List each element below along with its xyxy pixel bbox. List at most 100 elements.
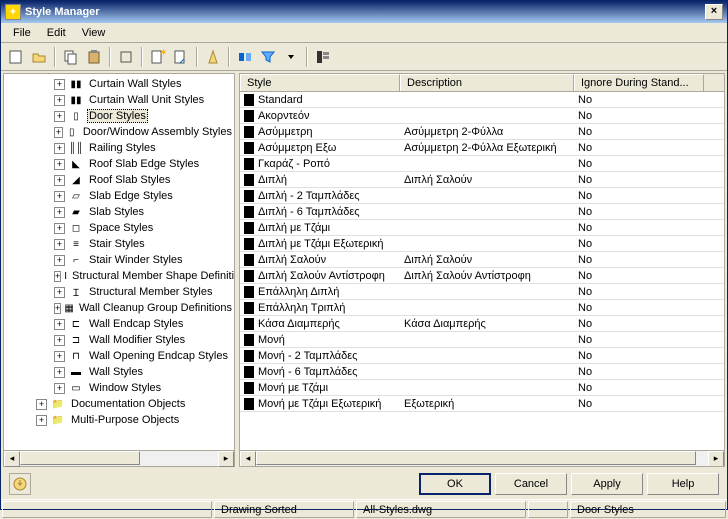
grid-body[interactable]: StandardNoΑκορντεόνNoΑσύμμετρηΑσύμμετρη … [240, 92, 724, 450]
scroll-right-button[interactable]: ▸ [218, 451, 234, 467]
table-row[interactable]: Μονή - 6 ΤαμπλάδεςNo [240, 364, 724, 380]
set-from-button[interactable] [170, 46, 192, 68]
table-row[interactable]: ΔιπλήΔιπλή ΣαλούνNo [240, 172, 724, 188]
tree-item[interactable]: +▦Wall Cleanup Group Definitions [4, 300, 234, 316]
table-row[interactable]: Γκαράζ - ΡοπόNo [240, 156, 724, 172]
expand-icon[interactable]: + [54, 383, 65, 394]
tree-item[interactable]: +IStructural Member Shape Definitions [4, 268, 234, 284]
tree-item[interactable]: +║║Railing Styles [4, 140, 234, 156]
table-row[interactable]: ΑσύμμετρηΑσύμμετρη 2-ΦύλλαNo [240, 124, 724, 140]
table-row[interactable]: Ασύμμετρη ΕξωΑσύμμετρη 2-Φύλλα Εξωτερική… [240, 140, 724, 156]
table-row[interactable]: Μονή με Τζάμι ΕξωτερικήΕξωτερικήNo [240, 396, 724, 412]
tree-item[interactable]: +📁Multi-Purpose Objects [4, 412, 234, 428]
tree-view[interactable]: +▮▮Curtain Wall Styles+▮▮Curtain Wall Un… [4, 74, 234, 450]
toggle-view-button[interactable] [234, 46, 256, 68]
ok-button[interactable]: OK [419, 473, 491, 495]
tree-item[interactable]: +📁Documentation Objects [4, 396, 234, 412]
tree-item[interactable]: +⌐Stair Winder Styles [4, 252, 234, 268]
tree-item[interactable]: +ꞮStructural Member Styles [4, 284, 234, 300]
menu-view[interactable]: View [74, 25, 114, 41]
new-drawing-button[interactable] [5, 46, 27, 68]
table-row[interactable]: Μονή - 2 ΤαμπλάδεςNo [240, 348, 724, 364]
tree-item[interactable]: +▯Door Styles [4, 108, 234, 124]
scroll-left-button[interactable]: ◂ [4, 451, 20, 467]
expand-icon[interactable]: + [54, 351, 65, 362]
tree-item[interactable]: +▯Door/Window Assembly Styles [4, 124, 234, 140]
filter-button[interactable] [257, 46, 279, 68]
tree-item[interactable]: +◻Space Styles [4, 220, 234, 236]
table-row[interactable]: Μονή με ΤζάμιNo [240, 380, 724, 396]
col-ignore[interactable]: Ignore During Stand... [574, 74, 704, 91]
expand-icon[interactable]: + [54, 143, 65, 154]
expand-icon[interactable]: + [36, 415, 47, 426]
rollup-button[interactable] [9, 473, 31, 495]
tree-item[interactable]: +⊓Wall Opening Endcap Styles [4, 348, 234, 364]
scroll-track[interactable] [20, 451, 218, 466]
new-style-button[interactable]: ✶ [147, 46, 169, 68]
expand-icon[interactable]: + [54, 95, 65, 106]
expand-icon[interactable]: + [54, 287, 65, 298]
tree-item[interactable]: +▬Wall Styles [4, 364, 234, 380]
expand-icon[interactable]: + [54, 159, 65, 170]
tree-item[interactable]: +▭Window Styles [4, 380, 234, 396]
tree-item[interactable]: +⊐Wall Modifier Styles [4, 332, 234, 348]
filter-dropdown-button[interactable] [280, 46, 302, 68]
table-row[interactable]: Διπλή - 2 ΤαμπλάδεςNo [240, 188, 724, 204]
expand-icon[interactable]: + [54, 111, 65, 122]
cancel-button[interactable]: Cancel [495, 473, 567, 495]
scroll-left-button[interactable]: ◂ [240, 451, 256, 467]
expand-icon[interactable]: + [54, 335, 65, 346]
expand-icon[interactable]: + [54, 127, 63, 138]
expand-icon[interactable]: + [54, 271, 61, 282]
open-drawing-button[interactable] [28, 46, 50, 68]
expand-icon[interactable]: + [54, 239, 65, 250]
table-row[interactable]: Διπλή με ΤζάμιNo [240, 220, 724, 236]
inline-edit-button[interactable] [312, 46, 334, 68]
scroll-thumb[interactable] [256, 451, 696, 465]
purge-button[interactable] [202, 46, 224, 68]
table-row[interactable]: Κάσα ΔιαμπερήςΚάσα ΔιαμπερήςNo [240, 316, 724, 332]
expand-icon[interactable]: + [54, 223, 65, 234]
table-row[interactable]: Διπλή με Τζάμι ΕξωτερικήNo [240, 236, 724, 252]
table-row[interactable]: Διπλή - 6 ΤαμπλάδεςNo [240, 204, 724, 220]
expand-icon[interactable]: + [54, 79, 65, 90]
table-row[interactable]: ΜονήNo [240, 332, 724, 348]
tree-item[interactable]: +⊏Wall Endcap Styles [4, 316, 234, 332]
table-row[interactable]: Διπλή Σαλούν ΑντίστροφηΔιπλή Σαλούν Αντί… [240, 268, 724, 284]
tree-item[interactable]: +▮▮Curtain Wall Unit Styles [4, 92, 234, 108]
menu-edit[interactable]: Edit [39, 25, 74, 41]
expand-icon[interactable]: + [54, 175, 65, 186]
expand-icon[interactable]: + [54, 367, 65, 378]
expand-icon[interactable]: + [54, 207, 65, 218]
apply-button[interactable]: Apply [571, 473, 643, 495]
expand-icon[interactable]: + [54, 303, 61, 314]
close-button[interactable]: × [705, 4, 723, 20]
tree-item[interactable]: +▰Slab Styles [4, 204, 234, 220]
col-description[interactable]: Description [400, 74, 574, 91]
expand-icon[interactable]: + [54, 191, 65, 202]
expand-icon[interactable]: + [54, 255, 65, 266]
scroll-right-button[interactable]: ▸ [708, 451, 724, 467]
table-row[interactable]: Επάλληλη ΔιπλήNo [240, 284, 724, 300]
copy-button[interactable] [60, 46, 82, 68]
table-row[interactable]: Επάλληλη ΤριπλήNo [240, 300, 724, 316]
expand-icon[interactable]: + [54, 319, 65, 330]
table-row[interactable]: Διπλή ΣαλούνΔιπλή ΣαλούνNo [240, 252, 724, 268]
tree-item[interactable]: +◢Roof Slab Styles [4, 172, 234, 188]
col-style[interactable]: Style [240, 74, 400, 91]
edit-style-button[interactable] [115, 46, 137, 68]
scroll-track[interactable] [256, 451, 708, 466]
tree-hscrollbar[interactable]: ◂ ▸ [4, 450, 234, 466]
tree-item[interactable]: +≡Stair Styles [4, 236, 234, 252]
tree-item[interactable]: +▱Slab Edge Styles [4, 188, 234, 204]
tree-item[interactable]: +◣Roof Slab Edge Styles [4, 156, 234, 172]
help-button[interactable]: Help [647, 473, 719, 495]
tree-item[interactable]: +▮▮Curtain Wall Styles [4, 76, 234, 92]
expand-icon[interactable]: + [36, 399, 47, 410]
paste-button[interactable] [83, 46, 105, 68]
table-row[interactable]: StandardNo [240, 92, 724, 108]
grid-hscrollbar[interactable]: ◂ ▸ [240, 450, 724, 466]
scroll-thumb[interactable] [20, 451, 140, 465]
table-row[interactable]: ΑκορντεόνNo [240, 108, 724, 124]
menu-file[interactable]: File [5, 25, 39, 41]
